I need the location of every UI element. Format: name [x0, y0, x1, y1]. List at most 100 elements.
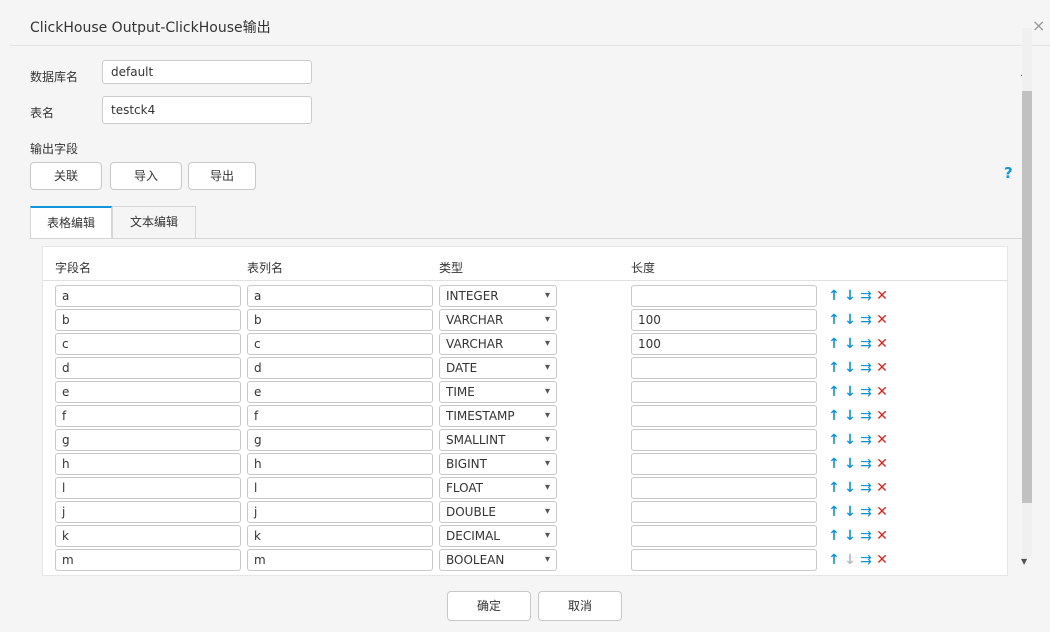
export-button[interactable]: 导出 [188, 162, 256, 190]
arrow-up-icon[interactable]: ↑ [826, 407, 842, 425]
insert-row-icon[interactable]: ⇉ [858, 407, 874, 425]
column-name-input[interactable]: a [247, 285, 433, 307]
arrow-up-icon[interactable]: ↑ [826, 383, 842, 401]
insert-row-icon[interactable]: ⇉ [858, 335, 874, 353]
cancel-button[interactable]: 取消 [538, 591, 622, 621]
arrow-down-icon[interactable]: ↓ [842, 359, 858, 377]
delete-icon[interactable]: ✕ [874, 287, 890, 305]
help-icon[interactable]: ? [1004, 164, 1013, 182]
delete-icon[interactable]: ✕ [874, 431, 890, 449]
type-select[interactable]: VARCHAR ▾ [439, 333, 557, 355]
type-select[interactable]: TIMESTAMP ▾ [439, 405, 557, 427]
type-select[interactable]: VARCHAR ▾ [439, 309, 557, 331]
field-name-input[interactable]: k [55, 525, 241, 547]
arrow-up-icon[interactable]: ↑ [826, 479, 842, 497]
delete-icon[interactable]: ✕ [874, 455, 890, 473]
arrow-down-icon[interactable]: ↓ [842, 503, 858, 521]
length-input[interactable] [631, 549, 817, 571]
arrow-down-icon[interactable]: ↓ [842, 527, 858, 545]
length-input[interactable]: 100 [631, 333, 817, 355]
arrow-down-icon[interactable]: ↓ [842, 407, 858, 425]
length-input[interactable] [631, 525, 817, 547]
db-name-input[interactable]: default [102, 60, 312, 84]
arrow-up-icon[interactable]: ↑ [826, 359, 842, 377]
column-name-input[interactable]: d [247, 357, 433, 379]
scrollbar-thumb[interactable] [1022, 91, 1032, 503]
field-name-input[interactable]: g [55, 429, 241, 451]
field-name-input[interactable]: b [55, 309, 241, 331]
field-name-input[interactable]: h [55, 453, 241, 475]
column-name-input[interactable]: b [247, 309, 433, 331]
delete-icon[interactable]: ✕ [874, 503, 890, 521]
field-name-input[interactable]: a [55, 285, 241, 307]
length-input[interactable] [631, 429, 817, 451]
delete-icon[interactable]: ✕ [874, 311, 890, 329]
length-input[interactable] [631, 405, 817, 427]
close-icon[interactable]: × [1032, 18, 1045, 34]
length-input[interactable]: 100 [631, 309, 817, 331]
column-name-input[interactable]: k [247, 525, 433, 547]
delete-icon[interactable]: ✕ [874, 479, 890, 497]
field-name-input[interactable]: d [55, 357, 241, 379]
arrow-down-icon[interactable]: ↓ [842, 335, 858, 353]
insert-row-icon[interactable]: ⇉ [858, 311, 874, 329]
delete-icon[interactable]: ✕ [874, 359, 890, 377]
column-name-input[interactable]: c [247, 333, 433, 355]
insert-row-icon[interactable]: ⇉ [858, 359, 874, 377]
length-input[interactable] [631, 453, 817, 475]
arrow-up-icon[interactable]: ↑ [826, 527, 842, 545]
insert-row-icon[interactable]: ⇉ [858, 503, 874, 521]
arrow-up-icon[interactable]: ↑ [826, 287, 842, 305]
type-select[interactable]: BOOLEAN ▾ [439, 549, 557, 571]
import-button[interactable]: 导入 [110, 162, 182, 190]
ok-button[interactable]: 确定 [447, 591, 531, 621]
type-select[interactable]: DOUBLE ▾ [439, 501, 557, 523]
type-select[interactable]: FLOAT ▾ [439, 477, 557, 499]
column-name-input[interactable]: l [247, 477, 433, 499]
type-select[interactable]: DATE ▾ [439, 357, 557, 379]
arrow-down-icon[interactable]: ↓ [842, 455, 858, 473]
length-input[interactable] [631, 381, 817, 403]
arrow-up-icon[interactable]: ↑ [826, 455, 842, 473]
delete-icon[interactable]: ✕ [874, 407, 890, 425]
arrow-up-icon[interactable]: ↑ [826, 551, 842, 569]
arrow-up-icon[interactable]: ↑ [826, 431, 842, 449]
delete-icon[interactable]: ✕ [874, 383, 890, 401]
length-input[interactable] [631, 501, 817, 523]
insert-row-icon[interactable]: ⇉ [858, 455, 874, 473]
arrow-down-icon[interactable]: ↓ [842, 311, 858, 329]
link-button[interactable]: 关联 [30, 162, 102, 190]
arrow-up-icon[interactable]: ↑ [826, 503, 842, 521]
arrow-up-icon[interactable]: ↑ [826, 335, 842, 353]
tab-text-edit[interactable]: 文本编辑 [112, 206, 196, 238]
tab-table-edit[interactable]: 表格编辑 [30, 206, 112, 238]
delete-icon[interactable]: ✕ [874, 335, 890, 353]
type-select[interactable]: BIGINT ▾ [439, 453, 557, 475]
arrow-down-icon[interactable]: ↓ [842, 383, 858, 401]
field-name-input[interactable]: l [55, 477, 241, 499]
field-name-input[interactable]: m [55, 549, 241, 571]
arrow-down-icon[interactable]: ↓ [842, 287, 858, 305]
arrow-down-icon[interactable]: ↓ [842, 479, 858, 497]
field-name-input[interactable]: e [55, 381, 241, 403]
length-input[interactable] [631, 477, 817, 499]
column-name-input[interactable]: f [247, 405, 433, 427]
length-input[interactable] [631, 285, 817, 307]
table-name-input[interactable]: testck4 [102, 96, 312, 124]
insert-row-icon[interactable]: ⇉ [858, 551, 874, 569]
type-select[interactable]: TIME ▾ [439, 381, 557, 403]
field-name-input[interactable]: f [55, 405, 241, 427]
type-select[interactable]: INTEGER ▾ [439, 285, 557, 307]
insert-row-icon[interactable]: ⇉ [858, 287, 874, 305]
column-name-input[interactable]: j [247, 501, 433, 523]
field-name-input[interactable]: c [55, 333, 241, 355]
insert-row-icon[interactable]: ⇉ [858, 431, 874, 449]
arrow-up-icon[interactable]: ↑ [826, 311, 842, 329]
arrow-down-icon[interactable]: ↓ [842, 551, 858, 569]
insert-row-icon[interactable]: ⇉ [858, 527, 874, 545]
column-name-input[interactable]: g [247, 429, 433, 451]
type-select[interactable]: DECIMAL ▾ [439, 525, 557, 547]
arrow-down-icon[interactable]: ↓ [842, 431, 858, 449]
field-name-input[interactable]: j [55, 501, 241, 523]
type-select[interactable]: SMALLINT ▾ [439, 429, 557, 451]
